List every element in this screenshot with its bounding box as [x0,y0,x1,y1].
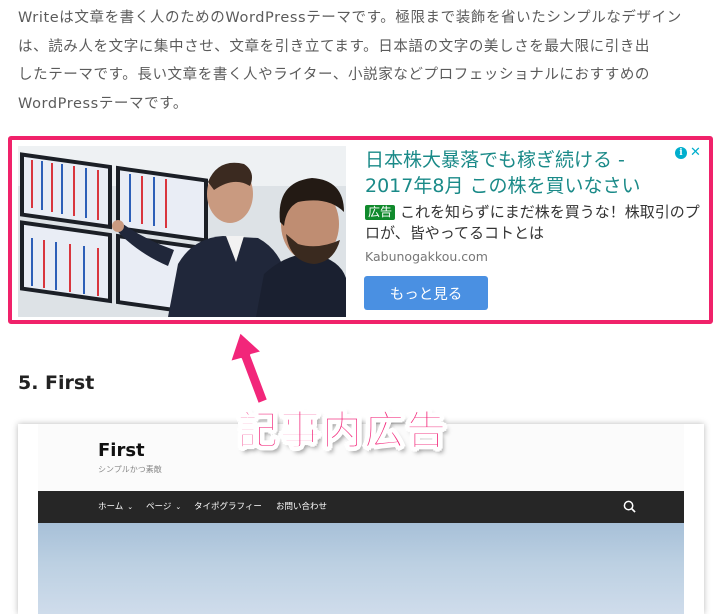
section-heading: 5. First [18,372,95,394]
site-tagline: シンプルかつ素敵 [98,465,162,474]
callout-label: 記事内広告 [238,408,448,455]
ad-description: 広告 これを知らずにまだ株を買うな！株取引のプロが、皆やってるコトとは [365,202,705,244]
nav-item-typography[interactable]: タイポグラフィー [194,491,262,523]
nav-item-label: お問い合わせ [276,502,328,512]
intro-line: WordPressテーマです。 [18,95,188,112]
intro-line: Writeは文章を書く人のためのWordPressテーマです。極限まで装飾を省い… [18,10,682,26]
chevron-down-icon: ⌄ [127,503,134,511]
site-nav: ホーム ⌄ ページ ⌄ タイポグラフィー お問い合わせ [38,491,684,523]
adchoices-icon[interactable]: i [675,147,687,159]
nav-item-home[interactable]: ホーム ⌄ [98,491,133,523]
ad-choices[interactable]: i ✕ [675,146,705,160]
nav-item-label: タイポグラフィー [194,502,262,512]
ad-badge: 広告 [365,205,396,220]
article-intro: Writeは文章を書く人のためのWordPressテーマです。極限まで装飾を省い… [18,4,708,118]
callout-arrow-icon [229,331,269,405]
search-icon[interactable] [623,500,636,513]
ad-cta-button[interactable]: もっと見る [364,276,488,310]
nav-item-contact[interactable]: お問い合わせ [276,491,327,523]
nav-item-label: ページ [146,502,172,512]
ad-domain[interactable]: Kabunogakkou.com [365,249,488,264]
nav-item-label: ホーム [98,502,124,512]
intro-line: は、読み人を文字に集中させ、文章を引き立てます。日本語の文字の美しさを最大限に引… [18,38,651,55]
nav-item-pages[interactable]: ページ ⌄ [146,491,181,523]
ad-image[interactable] [18,146,346,317]
site-title[interactable]: First [98,440,145,461]
ad-headline[interactable]: 日本株大暴落でも稼ぎ続ける - 2017年8月 この株を買いなさい [365,147,675,199]
close-icon[interactable]: ✕ [690,146,701,159]
ad-description-text: これを知らずにまだ株を買うな！株取引のプロが、皆やってるコトとは [365,203,700,242]
chevron-down-icon: ⌄ [175,503,182,511]
intro-line: したテーマです。長い文章を書く人やライター、小説家などプロフェッショナルにおすす… [18,67,651,83]
hero-image [38,523,684,614]
trading-floor-photo [18,146,346,317]
